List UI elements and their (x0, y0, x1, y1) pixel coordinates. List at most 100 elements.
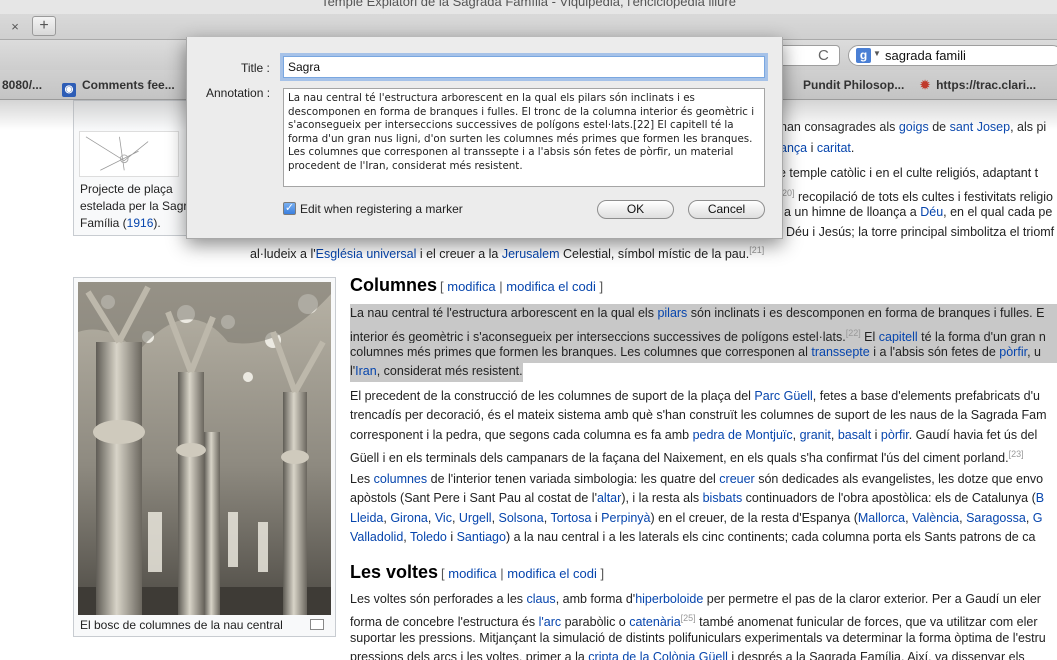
text-line: El precedent de la construcció de les co… (350, 389, 1040, 403)
thumbnail-caption: El bosc de columnes de la nau central (80, 618, 283, 632)
text-line: corresponent i la pedra, que segons cada… (350, 428, 1038, 442)
section-heading-voltes: Les voltes (350, 562, 439, 582)
link[interactable]: claus (527, 592, 556, 606)
link[interactable]: G (1033, 511, 1043, 525)
new-tab-button[interactable]: + (32, 16, 56, 36)
link[interactable]: Iran (355, 364, 377, 378)
link[interactable]: Tortosa (550, 511, 591, 525)
ok-button[interactable]: OK (597, 200, 674, 219)
edit-marker-checkbox[interactable]: ✓ (283, 202, 296, 215)
edit-code-link[interactable]: modifica el codi (506, 279, 596, 294)
highlighted-line: columnes més primes que formen les branq… (350, 343, 1057, 363)
link[interactable]: Vic (435, 511, 452, 525)
link[interactable]: Església universal (316, 247, 417, 261)
bug-icon: ✹ (920, 78, 931, 92)
link[interactable]: goigs (899, 120, 929, 134)
link[interactable]: altar (597, 491, 621, 505)
edit-link[interactable]: modifica (447, 279, 495, 294)
edit-links: [ modifica | modifica el codi ] (440, 279, 604, 294)
annotation-label: Annotation : (206, 86, 271, 100)
bookmark-item-trac[interactable]: ✹ https://trac.clari... (920, 77, 1036, 93)
checkbox-label: Edit when registering a marker (300, 202, 463, 216)
thumbnail-caption: Projecte de plaça estelada per la Sagra … (80, 182, 195, 230)
link[interactable]: pòrfir (999, 345, 1027, 359)
search-input[interactable]: sagrada famili (885, 48, 966, 63)
enlarge-icon[interactable] (310, 619, 324, 630)
rss-icon: ◉ (62, 83, 76, 97)
link[interactable]: creuer (719, 472, 754, 486)
link[interactable]: pòrfir (881, 428, 909, 442)
bookmark-label: https://trac.clari... (936, 78, 1037, 92)
link[interactable]: sant Josep (950, 120, 1010, 134)
google-icon[interactable]: g (856, 48, 871, 63)
link[interactable]: bisbats (703, 491, 743, 505)
link[interactable]: Mallorca (858, 511, 905, 525)
bookmark-item-pundit[interactable]: Pundit Philosop... (803, 77, 904, 93)
text-line: han consagrades als goigs de sant Josep,… (780, 120, 1047, 134)
link[interactable]: hiperboloide (635, 592, 703, 606)
highlighted-line: La nau central té l'estructura arboresce… (350, 304, 1057, 324)
text-line: trencadís per decoració, és el mateix si… (350, 408, 1047, 422)
link[interactable]: l'arc (539, 615, 562, 629)
link[interactable]: Girona (390, 511, 428, 525)
text-line: pressions dels arcs i les voltes, primer… (350, 648, 1025, 660)
link[interactable]: catenària (629, 615, 680, 629)
link[interactable]: Santiago (457, 530, 506, 544)
close-tab-icon[interactable]: × (4, 17, 26, 37)
chevron-down-icon[interactable]: ▼ (873, 49, 881, 58)
text-line: ança i caritat. (780, 141, 855, 155)
text-line: a un himne de lloança a Déu, en el qual … (784, 205, 1053, 219)
text-line: de temple catòlic i en el culte religiós… (772, 166, 1039, 180)
link[interactable]: cripta de la Colònia Güell (588, 650, 728, 660)
link[interactable]: Jerusalem (502, 247, 560, 261)
link[interactable]: Valladolid (350, 530, 403, 544)
annotation-dialog: Title : Annotation : La nau central té l… (186, 37, 783, 239)
sketch-image[interactable] (79, 131, 179, 177)
edit-links: [ modifica | modifica el codi ] (441, 566, 605, 581)
link[interactable]: Toledo (410, 530, 447, 544)
text-line: apòstols (Sant Pere i Sant Pau al costat… (350, 491, 1045, 505)
text-line: Les voltes són perforades a les claus, a… (350, 592, 1041, 606)
highlighted-line: l'Iran, considerat més resistent. (350, 362, 523, 382)
title-label: Title : (241, 61, 270, 75)
link[interactable]: pedra de Montjuïc (693, 428, 793, 442)
annotation-textarea[interactable]: La nau central té l'estructura arboresce… (283, 88, 765, 187)
link[interactable]: pilars (657, 306, 687, 320)
link[interactable]: B (1036, 491, 1044, 505)
text-line: Güell i en els terminals dels campanars … (350, 449, 1024, 466)
title-input[interactable] (283, 56, 765, 78)
text-line: al·ludeix a l'Església universal i el cr… (250, 245, 765, 262)
link[interactable]: columnes (374, 472, 428, 486)
link[interactable]: caritat (817, 141, 851, 155)
thumbnail-columns: El bosc de columnes de la nau central (73, 277, 336, 637)
text-line: Les columnes de l'interior tenen variada… (350, 472, 1044, 486)
link[interactable]: Parc Güell (754, 389, 812, 403)
bookmark-label: Comments fee... (82, 78, 175, 92)
bookmark-item[interactable]: 8080/... (2, 77, 42, 93)
link[interactable]: Lleida (350, 511, 383, 525)
reload-icon[interactable]: C (818, 46, 829, 66)
search-field[interactable]: g ▼ sagrada famili (848, 45, 1057, 66)
window-titlebar: Temple Expiatori de la Sagrada Família -… (0, 0, 1057, 14)
window-title: Temple Expiatori de la Sagrada Família -… (321, 0, 736, 9)
text-line: Déu i Jesús; la torre principal simbolit… (786, 225, 1055, 239)
link[interactable]: transsepte (811, 345, 869, 359)
edit-code-link[interactable]: modifica el codi (507, 566, 597, 581)
link[interactable]: Solsona (499, 511, 544, 525)
cancel-button[interactable]: Cancel (688, 200, 765, 219)
text-line: Valladolid, Toledo i Santiago) a la nau … (350, 530, 1036, 544)
link[interactable]: València (912, 511, 959, 525)
bookmark-item-comments[interactable]: ◉ Comments fee... (62, 77, 175, 97)
link[interactable]: Saragossa (966, 511, 1026, 525)
link[interactable]: Déu (920, 205, 943, 219)
link[interactable]: basalt (838, 428, 871, 442)
edit-link[interactable]: modifica (448, 566, 496, 581)
section-heading-columnes: Columnes (350, 275, 438, 295)
link[interactable]: ança (780, 141, 807, 155)
link-1916[interactable]: 1916 (127, 216, 154, 230)
link[interactable]: granit (800, 428, 831, 442)
link[interactable]: Urgell (459, 511, 492, 525)
nave-columns-photo[interactable] (78, 282, 331, 615)
text-line: suportar les pressions. Mitjançant la si… (350, 631, 1046, 645)
link[interactable]: Perpinyà (601, 511, 650, 525)
